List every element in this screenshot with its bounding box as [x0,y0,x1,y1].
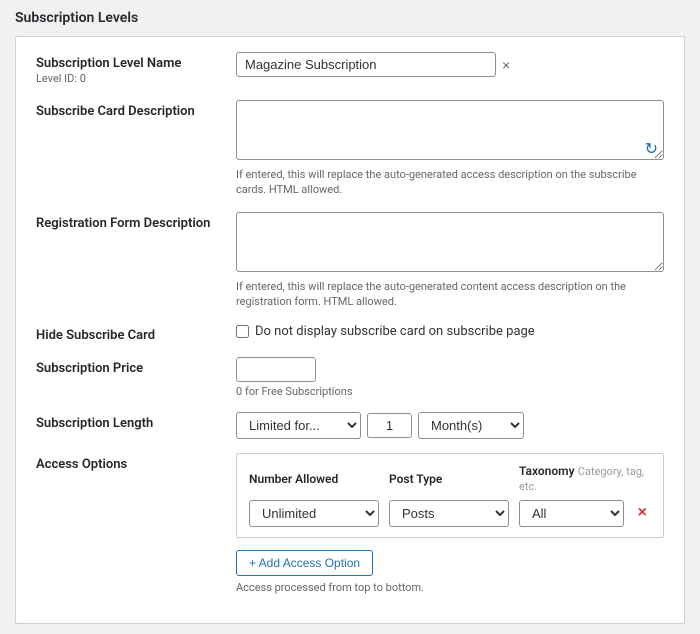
hide-subscribe-card-field: Do not display subscribe card on subscri… [236,324,664,339]
subscription-length-row: Subscription Length Limited for... Unlim… [36,412,664,439]
subscription-length-number-input[interactable] [367,413,412,438]
hide-subscribe-card-row: Hide Subscribe Card Do not display subsc… [36,324,664,343]
subscription-price-row: Subscription Price 0 for Free Subscripti… [36,357,664,398]
refresh-icon[interactable]: ↻ [645,139,658,158]
access-options-label: Access Options [36,453,236,472]
taxonomy-header: Taxonomy Category, tag, etc. [519,464,651,494]
subscription-price-label: Subscription Price [36,357,236,376]
subscription-length-field: Limited for... Unlimited Month(s) Day(s)… [236,412,664,439]
clear-name-button[interactable]: × [500,58,512,72]
number-allowed-cell: Unlimited 1 5 10 25 50 100 [249,500,379,527]
access-options-row: Access Options Number Allowed Post Type … [36,453,664,594]
subscribe-card-hint: If entered, this will replace the auto-g… [236,167,664,198]
subscribe-card-description-wrapper: ↻ [236,100,664,164]
post-type-header: Post Type [389,472,509,486]
hide-subscribe-card-label: Hide Subscribe Card [36,324,236,343]
subscribe-card-description-label: Subscribe Card Description [36,100,236,119]
hide-subscribe-card-checkbox-label: Do not display subscribe card on subscri… [255,324,535,339]
form-card: Subscription Level Name Level ID: 0 × Su… [15,36,685,624]
subscription-price-field: 0 for Free Subscriptions [236,357,664,398]
taxonomy-select[interactable]: All Category Tag [519,500,624,527]
subscription-length-period-select[interactable]: Month(s) Day(s) Week(s) Year(s) [418,412,524,439]
number-allowed-select[interactable]: Unlimited 1 5 10 25 50 100 [249,500,379,527]
subscription-length-label: Subscription Length [36,412,236,431]
registration-form-hint: If entered, this will replace the auto-g… [236,279,664,310]
add-access-option-button[interactable]: + Add Access Option [236,550,373,576]
access-options-field: Number Allowed Post Type Taxonomy Catego… [236,453,664,594]
number-allowed-header: Number Allowed [249,472,379,486]
access-processed-hint: Access processed from top to bottom. [236,581,664,594]
subscription-level-name-input[interactable] [236,52,496,77]
post-type-select[interactable]: Posts Pages All [389,500,509,527]
section-title: Subscription Levels [15,10,685,26]
access-options-box: Number Allowed Post Type Taxonomy Catego… [236,453,664,538]
subscription-price-input[interactable] [236,357,316,382]
access-table-header: Number Allowed Post Type Taxonomy Catego… [249,464,651,494]
taxonomy-cell: All Category Tag [519,500,624,527]
registration-form-description-textarea[interactable] [236,212,664,272]
subscribe-card-description-textarea[interactable] [236,100,664,160]
remove-access-row-button[interactable]: × [634,505,651,521]
subscription-level-name-row: Subscription Level Name Level ID: 0 × [36,52,664,86]
subscription-length-type-select[interactable]: Limited for... Unlimited [236,412,361,439]
post-type-cell: Posts Pages All [389,500,509,527]
subscription-length-controls: Limited for... Unlimited Month(s) Day(s)… [236,412,664,439]
registration-form-description-field: If entered, this will replace the auto-g… [236,212,664,310]
hide-subscribe-card-checkbox[interactable] [236,325,249,338]
registration-form-description-label: Registration Form Description [36,212,236,231]
access-table-row: Unlimited 1 5 10 25 50 100 Posts [249,500,651,527]
subscription-level-name-label: Subscription Level Name Level ID: 0 [36,52,236,86]
subscription-level-name-field: × [236,52,664,77]
subscribe-card-description-row: Subscribe Card Description ↻ If entered,… [36,100,664,198]
registration-form-description-row: Registration Form Description If entered… [36,212,664,310]
hide-subscribe-card-checkbox-row: Do not display subscribe card on subscri… [236,324,664,339]
subscribe-card-description-field: ↻ If entered, this will replace the auto… [236,100,664,198]
subscription-level-name-input-wrapper: × [236,52,664,77]
subscription-price-hint: 0 for Free Subscriptions [236,385,664,398]
